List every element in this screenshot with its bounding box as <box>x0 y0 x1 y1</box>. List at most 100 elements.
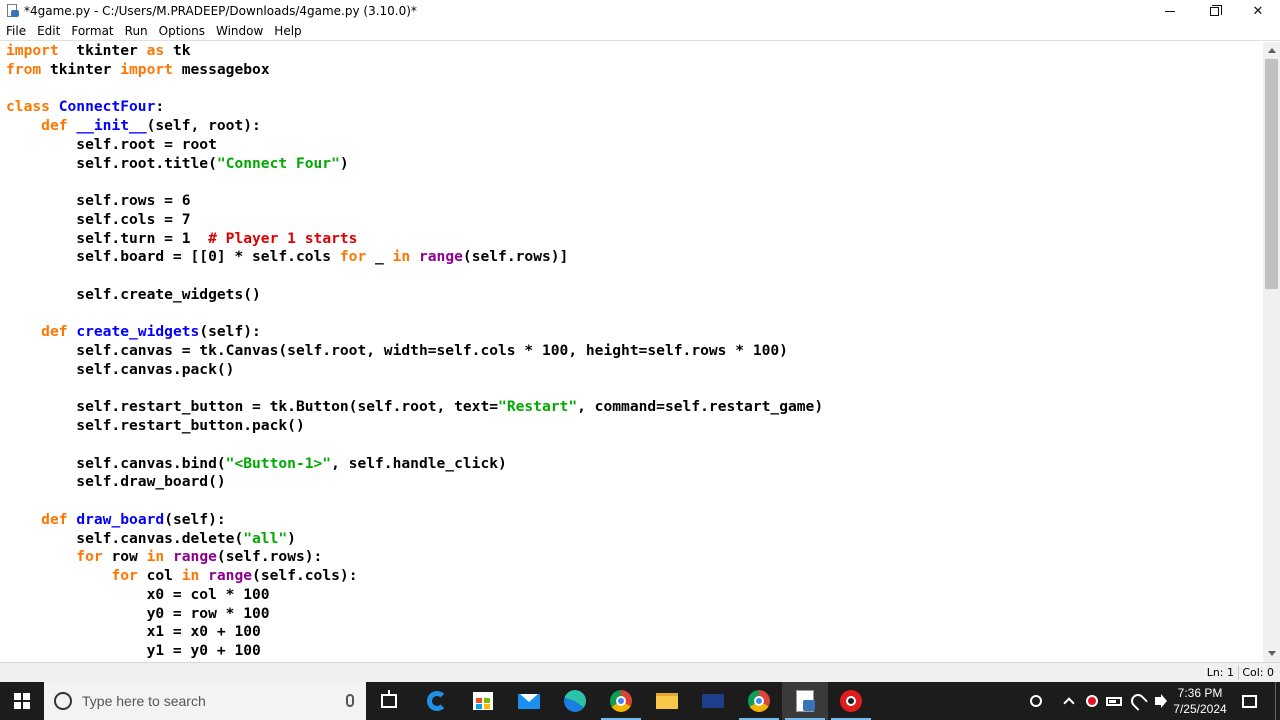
code-token: tkinter <box>58 42 147 59</box>
menu-window[interactable]: Window <box>211 24 268 38</box>
code-token: self.canvas.delete( <box>6 529 244 547</box>
code-line[interactable]: self.cols = 7 <box>6 211 823 230</box>
code-token: col <box>137 567 182 584</box>
code-line[interactable]: import tkinter as tk <box>6 42 823 61</box>
menu-help[interactable]: Help <box>269 24 306 38</box>
tray-volume[interactable] <box>1150 682 1167 720</box>
taskbar-search-box[interactable]: Type here to search <box>44 682 366 720</box>
code-line[interactable]: self.turn = 1 # Player 1 starts <box>6 230 823 249</box>
taskbar-clock[interactable]: 7:36 PM 7/25/2024 <box>1166 682 1234 720</box>
taskbar-file-explorer[interactable] <box>644 682 690 720</box>
arrow-up-icon <box>1267 48 1276 53</box>
show-desktop-button[interactable] <box>1275 682 1280 720</box>
code-line[interactable]: self.canvas.delete("all") <box>6 530 823 549</box>
code-editor[interactable]: import tkinter as tk from tkinter import … <box>0 42 1263 662</box>
minimize-button[interactable] <box>1148 0 1192 22</box>
action-center-button[interactable] <box>1234 682 1264 720</box>
edge-icon <box>564 690 586 712</box>
code-line[interactable] <box>6 173 823 192</box>
code-token: , command=self.restart_game) <box>577 398 824 416</box>
taskbar-vscode[interactable] <box>690 682 736 720</box>
taskbar-microsoft-store[interactable] <box>460 682 506 720</box>
code-line[interactable] <box>6 305 823 324</box>
code-token: def <box>41 510 68 528</box>
code-line[interactable]: def create_widgets(self): <box>6 323 823 342</box>
code-line[interactable]: y0 = row * 100 <box>6 605 823 624</box>
taskbar-edge-legacy[interactable] <box>414 682 460 720</box>
taskbar-task-view[interactable] <box>366 682 412 720</box>
code-line[interactable]: self.root.title("Connect Four") <box>6 155 823 174</box>
microphone-icon[interactable] <box>346 694 354 707</box>
taskbar-chrome[interactable] <box>598 682 644 720</box>
menu-file[interactable]: File <box>1 24 31 38</box>
arrow-down-icon <box>1267 651 1276 656</box>
code-line[interactable]: self.canvas.pack() <box>6 361 823 380</box>
code-token: : <box>155 98 165 116</box>
tray-battery[interactable] <box>1104 682 1124 720</box>
code-line[interactable]: self.rows = 6 <box>6 192 823 211</box>
task-view-icon <box>381 690 397 708</box>
code-line[interactable] <box>6 267 823 286</box>
code-line[interactable] <box>6 492 823 511</box>
menu-format[interactable]: Format <box>66 24 118 38</box>
code-line[interactable]: for col in range(self.cols): <box>6 567 823 586</box>
vertical-scrollbar[interactable] <box>1263 42 1280 662</box>
taskbar-screen-recorder[interactable] <box>828 682 874 720</box>
taskbar-edge[interactable] <box>552 682 598 720</box>
code-line[interactable] <box>6 80 823 99</box>
status-line-number: Ln: 1 <box>1206 666 1234 679</box>
volume-icon <box>1155 694 1167 708</box>
code-line[interactable] <box>6 380 823 399</box>
code-token: ConnectFour <box>58 98 156 116</box>
code-text[interactable]: import tkinter as tk from tkinter import … <box>6 42 823 661</box>
code-token: class <box>6 98 50 116</box>
code-token: self.draw_board() <box>6 473 226 491</box>
code-line[interactable]: self.draw_board() <box>6 473 823 492</box>
code-line[interactable]: from tkinter import messagebox <box>6 61 823 80</box>
taskbar-chrome-2[interactable] <box>736 682 782 720</box>
taskbar-python-idle[interactable] <box>782 682 828 720</box>
code-line[interactable]: self.restart_button.pack() <box>6 417 823 436</box>
code-token: (self): <box>164 510 226 528</box>
people-icon <box>1030 695 1042 707</box>
taskbar-mail[interactable] <box>506 682 552 720</box>
scroll-down-button[interactable] <box>1263 645 1280 662</box>
code-token: tkinter <box>41 60 121 78</box>
close-button[interactable]: ✕ <box>1236 0 1280 22</box>
code-token: x1 = x0 + 100 <box>6 623 261 641</box>
tray-wifi[interactable] <box>1128 682 1148 720</box>
code-line[interactable]: self.canvas = tk.Canvas(self.root, width… <box>6 342 823 361</box>
code-token: self.canvas = tk.Canvas(self.root, width… <box>6 342 788 359</box>
code-line[interactable]: self.board = [[0] * self.cols for _ in r… <box>6 248 823 267</box>
code-line[interactable]: self.create_widgets() <box>6 286 823 305</box>
code-token: y1 = y0 + 100 <box>6 642 261 659</box>
notification-icon <box>1241 694 1257 708</box>
code-line[interactable]: class ConnectFour: <box>6 98 823 117</box>
code-token: __init__ <box>76 117 147 134</box>
code-line[interactable]: def draw_board(self): <box>6 511 823 530</box>
clock-date: 7/25/2024 <box>1173 702 1227 716</box>
code-line[interactable]: self.canvas.bind("<Button-1>", self.hand… <box>6 455 823 474</box>
code-token: self.canvas.bind( <box>6 454 226 472</box>
code-line[interactable]: x0 = col * 100 <box>6 586 823 605</box>
code-line[interactable]: x1 = x0 + 100 <box>6 623 823 642</box>
scroll-thumb[interactable] <box>1265 59 1278 289</box>
code-line[interactable] <box>6 436 823 455</box>
maximize-button[interactable] <box>1192 0 1236 22</box>
scroll-up-button[interactable] <box>1263 42 1280 59</box>
code-line[interactable]: def __init__(self, root): <box>6 117 823 136</box>
menu-edit[interactable]: Edit <box>32 24 65 38</box>
clock-time: 7:36 PM <box>1177 686 1223 700</box>
tray-recording[interactable] <box>1083 682 1101 720</box>
tray-show-hidden[interactable] <box>1060 682 1078 720</box>
start-button[interactable] <box>0 682 44 720</box>
code-line[interactable]: y1 = y0 + 100 <box>6 642 823 661</box>
code-line[interactable]: self.restart_button = tk.Button(self.roo… <box>6 398 823 417</box>
code-line[interactable]: for row in range(self.rows): <box>6 548 823 567</box>
code-line[interactable]: self.root = root <box>6 136 823 155</box>
menu-run[interactable]: Run <box>120 24 153 38</box>
menu-options[interactable]: Options <box>154 24 210 38</box>
tray-people[interactable] <box>1026 682 1046 720</box>
